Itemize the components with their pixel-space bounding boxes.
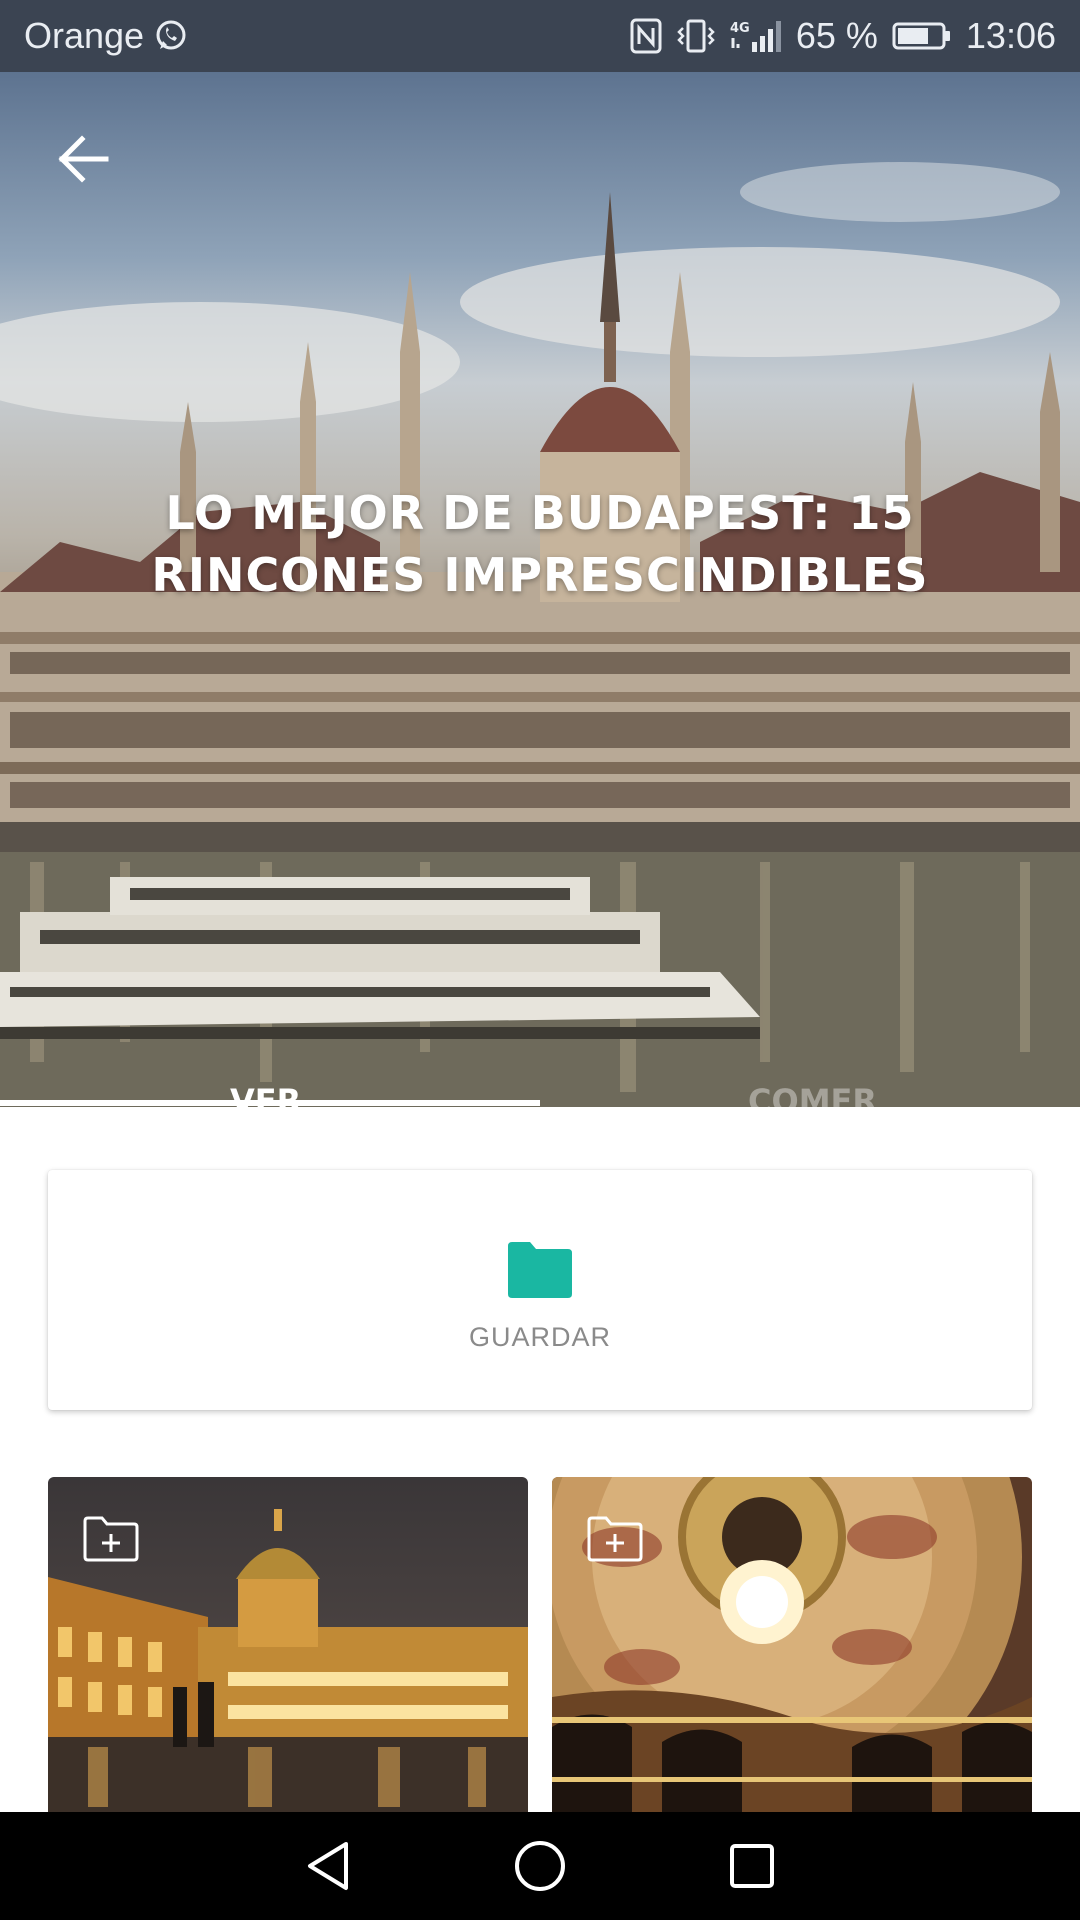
- status-right: 4G 65 % 13:06: [630, 15, 1056, 57]
- nfc-icon: [630, 18, 662, 54]
- folder-add-icon: [83, 1516, 139, 1562]
- back-button[interactable]: [52, 127, 116, 191]
- status-left: Orange: [24, 15, 188, 57]
- clock: 13:06: [965, 15, 1056, 56]
- recents-square-icon: [730, 1844, 774, 1888]
- battery-percent: 65 %: [795, 15, 878, 56]
- folder-add-icon: [587, 1516, 643, 1562]
- active-tab-indicator: [0, 1100, 540, 1106]
- add-to-folder-button[interactable]: [586, 1515, 644, 1563]
- status-bar: Orange 4G 65 % 13:06: [0, 0, 1080, 72]
- nav-back-button[interactable]: [296, 1834, 360, 1898]
- carrier-name: Orange: [24, 15, 145, 56]
- save-button[interactable]: GUARDAR: [48, 1170, 1032, 1410]
- place-card-opera-house[interactable]: [552, 1477, 1032, 1812]
- system-nav-bar: [0, 1812, 1080, 1920]
- page-title: LO MEJOR DE BUDAPEST: 15 RINCONES IMPRES…: [151, 486, 929, 602]
- nav-home-button[interactable]: [508, 1834, 572, 1898]
- add-to-folder-button[interactable]: [82, 1515, 140, 1563]
- back-triangle-icon: [308, 1842, 348, 1890]
- nav-recents-button[interactable]: [720, 1834, 784, 1898]
- svg-text:4G: 4G: [730, 21, 750, 36]
- hero-banner: LO MEJOR DE BUDAPEST: 15 RINCONES IMPRES…: [0, 72, 1080, 1107]
- arrow-left-icon: [58, 135, 109, 183]
- folder-icon: [508, 1241, 572, 1298]
- home-circle-icon: [515, 1841, 565, 1891]
- place-card-buda-castle[interactable]: [48, 1477, 528, 1812]
- battery-icon: [892, 21, 952, 51]
- tab-comer[interactable]: COMER: [748, 1082, 877, 1107]
- vibrate-icon: [676, 18, 716, 54]
- signal-4g-icon: 4G: [730, 18, 782, 54]
- whatsapp-icon: [154, 19, 188, 53]
- save-label: GUARDAR: [468, 1321, 611, 1352]
